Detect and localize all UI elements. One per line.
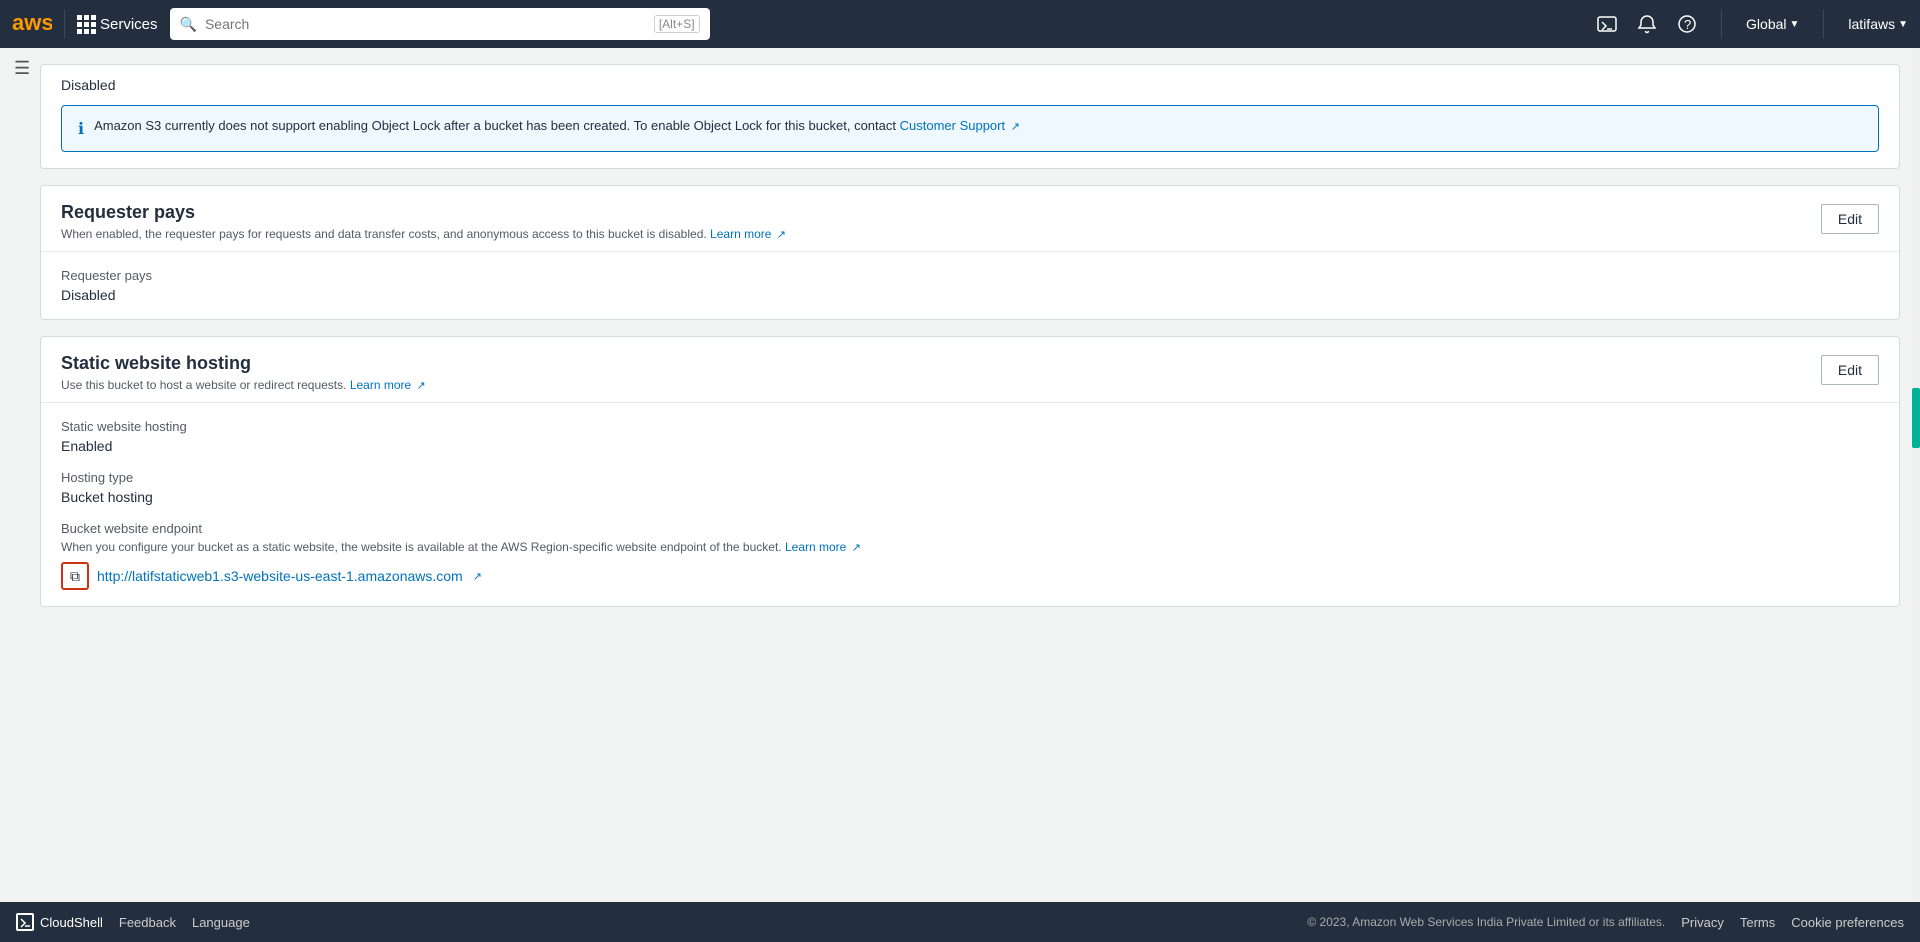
hosting-status-label: Static website hosting <box>61 419 1879 434</box>
disabled-field-value: Disabled <box>41 65 1899 105</box>
sidebar-toggle[interactable]: ☰ <box>14 58 30 79</box>
static-website-hosting-title: Static website hosting <box>61 353 426 374</box>
nav-right-area: ? Global ▼ latifaws ▼ <box>1597 10 1908 38</box>
notifications-icon[interactable] <box>1637 14 1657 34</box>
hosting-status-value: Enabled <box>61 438 1879 454</box>
grid-icon <box>77 15 96 34</box>
requester-pays-body: Requester pays Disabled <box>41 252 1899 319</box>
feedback-link[interactable]: Feedback <box>119 915 176 930</box>
object-lock-section: Disabled ℹ Amazon S3 currently does not … <box>40 64 1900 169</box>
terms-link[interactable]: Terms <box>1740 915 1775 930</box>
services-label: Services <box>100 16 158 33</box>
bottom-bar: CloudShell Feedback Language © 2023, Ama… <box>0 902 1920 942</box>
static-website-hosting-header-text: Static website hosting Use this bucket t… <box>61 353 426 392</box>
nav-divider-2 <box>1721 10 1722 38</box>
requester-pays-field-value: Disabled <box>61 287 1879 303</box>
top-navigation: aws Services 🔍 [Alt+S] <box>0 0 1920 48</box>
aws-logo[interactable]: aws <box>12 12 52 36</box>
requester-pays-section: Requester pays When enabled, the request… <box>40 185 1900 320</box>
search-bar[interactable]: 🔍 [Alt+S] <box>170 8 710 40</box>
search-input[interactable] <box>205 16 646 32</box>
hosting-type-value: Bucket hosting <box>61 489 1879 505</box>
bottom-right-area: © 2023, Amazon Web Services India Privat… <box>1307 915 1904 930</box>
cloudshell-nav-icon[interactable] <box>1597 14 1617 34</box>
privacy-link[interactable]: Privacy <box>1681 915 1724 930</box>
requester-pays-title: Requester pays <box>61 202 786 223</box>
copyright-text: © 2023, Amazon Web Services India Privat… <box>1307 915 1665 929</box>
scrollbar-indicator[interactable] <box>1912 48 1920 942</box>
region-caret-icon: ▼ <box>1790 19 1800 30</box>
nav-divider-1 <box>64 10 65 38</box>
static-website-edit-button[interactable]: Edit <box>1821 355 1879 385</box>
requester-pays-learn-more-link[interactable]: Learn more ↗ <box>710 227 786 241</box>
requester-pays-header: Requester pays When enabled, the request… <box>41 186 1899 252</box>
hosting-type-label: Hosting type <box>61 470 1879 485</box>
cloudshell-icon <box>16 913 34 931</box>
nav-divider-3 <box>1823 10 1824 38</box>
static-website-learn-more-link[interactable]: Learn more ↗ <box>350 378 426 392</box>
search-shortcut: [Alt+S] <box>654 15 700 33</box>
requester-pays-header-text: Requester pays When enabled, the request… <box>61 202 786 241</box>
info-banner: ℹ Amazon S3 currently does not support e… <box>61 105 1879 152</box>
copy-endpoint-button[interactable]: ⧉ <box>61 562 89 590</box>
help-icon[interactable]: ? <box>1677 14 1697 34</box>
nav-services-menu[interactable]: Services <box>77 15 158 34</box>
cookie-preferences-link[interactable]: Cookie preferences <box>1791 915 1904 930</box>
endpoint-learn-more-icon: ↗ <box>852 542 861 554</box>
requester-pays-edit-button[interactable]: Edit <box>1821 204 1879 234</box>
nav-user-menu[interactable]: latifaws ▼ <box>1848 16 1908 32</box>
requester-pays-description: When enabled, the requester pays for req… <box>61 227 786 241</box>
requester-pays-field-label: Requester pays <box>61 268 1879 283</box>
static-website-hosting-description: Use this bucket to host a website or red… <box>61 378 426 392</box>
scrollbar-thumb <box>1912 388 1920 448</box>
svg-text:aws: aws <box>12 12 52 35</box>
user-caret-icon: ▼ <box>1898 19 1908 30</box>
endpoint-description: When you configure your bucket as a stat… <box>61 540 1879 554</box>
aws-logo-svg: aws <box>12 12 52 36</box>
static-website-hosting-section: Static website hosting Use this bucket t… <box>40 336 1900 607</box>
endpoint-label: Bucket website endpoint <box>61 521 1879 536</box>
language-link[interactable]: Language <box>192 915 250 930</box>
nav-region-selector[interactable]: Global ▼ <box>1746 16 1799 32</box>
endpoint-learn-more-link[interactable]: Learn more ↗ <box>785 540 861 554</box>
customer-support-ext-icon: ↗ <box>1011 121 1020 133</box>
user-label: latifaws <box>1848 16 1895 32</box>
main-content: Disabled ℹ Amazon S3 currently does not … <box>0 48 1920 902</box>
requester-pays-learn-more-icon: ↗ <box>777 229 786 241</box>
static-website-hosting-header: Static website hosting Use this bucket t… <box>41 337 1899 403</box>
search-icon: 🔍 <box>180 16 197 33</box>
cloudshell-button[interactable]: CloudShell <box>16 913 103 931</box>
endpoint-row: ⧉ http://latifstaticweb1.s3-website-us-e… <box>61 562 1879 590</box>
copy-icon: ⧉ <box>70 568 80 585</box>
endpoint-ext-icon: ↗ <box>473 570 482 583</box>
svg-text:?: ? <box>1684 17 1691 32</box>
info-icon: ℹ <box>78 119 84 139</box>
static-website-learn-more-icon: ↗ <box>417 380 426 392</box>
info-banner-text: Amazon S3 currently does not support ena… <box>94 118 1020 133</box>
static-website-hosting-body: Static website hosting Enabled Hosting t… <box>41 403 1899 606</box>
region-label: Global <box>1746 16 1786 32</box>
customer-support-link[interactable]: Customer Support ↗ <box>900 118 1020 133</box>
cloudshell-label: CloudShell <box>40 915 103 930</box>
endpoint-url-link[interactable]: http://latifstaticweb1.s3-website-us-eas… <box>97 568 463 584</box>
